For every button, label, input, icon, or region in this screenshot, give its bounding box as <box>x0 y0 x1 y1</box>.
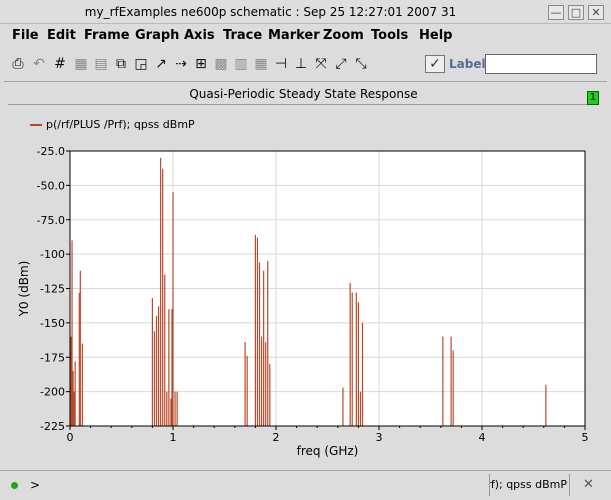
status-indicator-icon <box>11 482 18 489</box>
y-tick-label: -175 <box>40 351 65 364</box>
menu-frame[interactable]: Frame <box>84 28 130 43</box>
move-icon[interactable]: ↗ <box>153 56 169 72</box>
zoom-in-icon[interactable]: ⤢ <box>333 56 349 72</box>
label-icon[interactable]: ⊞ <box>193 56 209 72</box>
menu-tools[interactable]: Tools <box>371 28 408 43</box>
plot-header: Quasi-Periodic Steady State Response 1 <box>8 84 599 105</box>
status-close-icon[interactable]: ✕ <box>569 474 607 496</box>
horizontal-marker-icon[interactable]: ⊥ <box>293 56 309 72</box>
menu-trace[interactable]: Trace <box>223 28 262 43</box>
zoom-fit-icon[interactable]: ⤧ <box>313 56 329 72</box>
close-icon[interactable]: ✕ <box>588 5 604 20</box>
display-icon[interactable]: ▤ <box>93 56 109 72</box>
menu-marker[interactable]: Marker <box>268 28 320 43</box>
menu-graph[interactable]: Graph <box>135 28 179 43</box>
y-tick-label: -100 <box>40 248 65 261</box>
legend[interactable]: p(/rf/PLUS /Prf); qpss dBmP <box>30 118 195 131</box>
status-message-text: p(/rf/PLUS /Prf); qpss dBmP <box>490 478 567 491</box>
label-input[interactable] <box>485 54 597 74</box>
delete-icon[interactable]: ▩ <box>213 56 229 72</box>
x-axis-label: freq (GHz) <box>297 444 359 458</box>
menu-axis[interactable]: Axis <box>184 28 215 43</box>
spectrum-chart[interactable]: -25.0 -50.0 -75.0 -100 -125 -150 -175 -200 -2250… <box>0 134 611 470</box>
legend-label: p(/rf/PLUS /Prf); qpss dBmP <box>46 118 195 131</box>
minimize-icon[interactable]: — <box>548 5 564 20</box>
sub-window-icon[interactable]: ⧉ <box>113 56 129 72</box>
toolbar-divider <box>4 81 607 82</box>
undo-icon[interactable]: ↶ <box>31 56 47 72</box>
x-tick-label: 1 <box>170 431 177 444</box>
x-tick-label: 0 <box>67 431 74 444</box>
x-tick-label: 3 <box>376 431 383 444</box>
menu-bar: File Edit Frame Graph Axis Trace Marker … <box>0 25 611 47</box>
maximize-icon[interactable]: □ <box>568 5 584 20</box>
copy-icon[interactable]: ⇢ <box>173 56 189 72</box>
y-tick-label: -125 <box>40 283 65 296</box>
x-tick-label: 2 <box>273 431 280 444</box>
label-text: Label <box>449 57 486 71</box>
legend-swatch <box>30 124 42 126</box>
zoom-out-icon[interactable]: ⤡ <box>353 56 369 72</box>
window-title-bar: my_rfExamples ne600p schematic : Sep 25 … <box>0 0 611 24</box>
y-tick-label: -50.0 <box>37 179 65 192</box>
x-tick-label: 5 <box>582 431 589 444</box>
calculator-icon[interactable]: ▦ <box>253 56 269 72</box>
menu-edit[interactable]: Edit <box>47 28 76 43</box>
y-tick-label: -200 <box>40 386 65 399</box>
x-tick-label: 4 <box>479 431 486 444</box>
status-bar: > p(/rf/PLUS /Prf); qpss dBmP ✕ <box>0 470 611 500</box>
label-checkbox[interactable]: ✓ <box>425 55 445 73</box>
new-window-icon[interactable]: ◲ <box>133 56 149 72</box>
y-tick-label: -225 <box>40 420 65 433</box>
y-tick-label: -75.0 <box>37 214 65 227</box>
toolbar: ⎙ ↶ # ▦ ▤ ⧉ ◲ ↗ ⇢ ⊞ ▩ ▥ ▦ ⊣ ⊥ ⤧ ⤢ ⤡ ✓ La… <box>0 50 611 78</box>
plot-title: Quasi-Periodic Steady State Response <box>189 87 418 101</box>
command-prompt[interactable]: > <box>30 478 40 492</box>
menu-zoom[interactable]: Zoom <box>323 28 364 43</box>
strip-icon[interactable]: ▦ <box>73 56 89 72</box>
hide-icon[interactable]: ▥ <box>233 56 249 72</box>
grid-icon[interactable]: # <box>52 56 68 72</box>
window-title: my_rfExamples ne600p schematic : Sep 25 … <box>84 5 457 19</box>
print-icon[interactable]: ⎙ <box>10 56 26 72</box>
status-message: p(/rf/PLUS /Prf); qpss dBmP <box>489 474 567 496</box>
menu-file[interactable]: File <box>12 28 39 43</box>
y-tick-label: -150 <box>40 317 65 330</box>
subwindow-badge[interactable]: 1 <box>587 91 599 105</box>
y-tick-label: -25.0 <box>37 145 65 158</box>
menu-help[interactable]: Help <box>419 28 452 43</box>
y-axis-label: Y0 (dBm) <box>17 261 31 318</box>
vertical-marker-icon[interactable]: ⊣ <box>273 56 289 72</box>
